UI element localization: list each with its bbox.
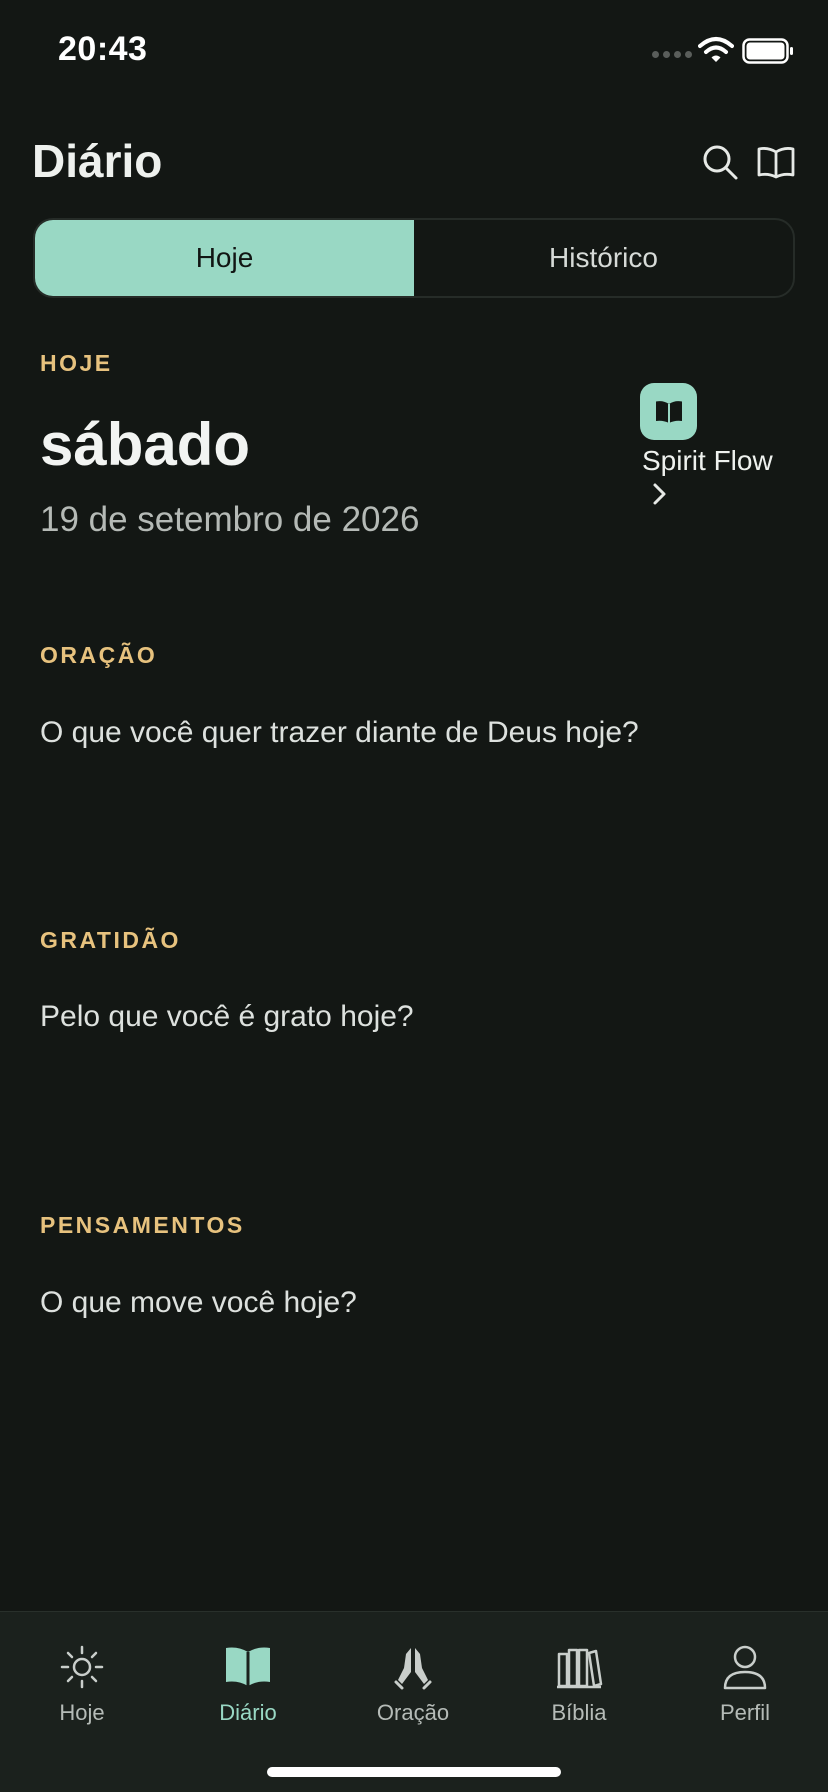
tab-bible-label: Bíblia	[551, 1700, 607, 1725]
tab-profile[interactable]: Perfil	[685, 1642, 805, 1726]
prayer-entry-field[interactable]: O que você quer trazer diante de Deus ho…	[40, 716, 639, 750]
tab-journal[interactable]: Diário	[188, 1642, 308, 1726]
thoughts-section-label: PENSAMENTOS	[40, 1212, 245, 1238]
tab-prayer[interactable]: Oração	[353, 1642, 473, 1726]
prayer-section-label: ORAÇÃO	[40, 642, 158, 668]
status-time: 20:43	[58, 30, 148, 68]
open-book-icon	[226, 1647, 270, 1686]
status-bar: 20:43	[0, 0, 828, 100]
home-indicator[interactable]	[267, 1767, 561, 1777]
praying-hands-icon	[394, 1648, 432, 1690]
full-date: 19 de setembro de 2026	[40, 500, 420, 539]
bible-book-icon[interactable]	[756, 142, 796, 182]
segment-today[interactable]: Hoje	[35, 220, 414, 296]
bookshelf-icon	[557, 1648, 603, 1689]
weekday-title: sábado	[40, 411, 251, 478]
spirit-flow-link[interactable]: Spirit Flow	[640, 383, 810, 513]
wifi-icon	[698, 37, 734, 62]
tab-prayer-label: Oração	[376, 1700, 450, 1725]
spirit-flow-label: Spirit Flow	[642, 445, 773, 476]
tab-profile-label: Perfil	[719, 1700, 771, 1725]
tab-journal-label: Diário	[219, 1700, 277, 1725]
tab-today[interactable]: Hoje	[22, 1642, 142, 1726]
tab-today-label: Hoje	[59, 1700, 105, 1725]
today-section-label: HOJE	[40, 350, 113, 376]
tab-bar: Hoje Diário Oração Bíblia Perfil	[0, 1611, 828, 1792]
journal-screen: 20:43 Diário Hoje Histórico HOJE sábado …	[0, 0, 828, 1792]
search-icon[interactable]	[700, 142, 740, 182]
gratitude-entry-field[interactable]: Pelo que você é grato hoje?	[40, 1000, 414, 1034]
person-icon	[723, 1645, 767, 1690]
page-title: Diário	[32, 135, 163, 187]
segment-history[interactable]: Histórico	[414, 220, 793, 296]
spirit-flow-book-icon	[640, 383, 697, 440]
battery-icon	[742, 38, 793, 64]
segmented-control: Hoje Histórico	[33, 218, 795, 298]
chevron-right-icon	[653, 483, 666, 505]
tab-bible[interactable]: Bíblia	[519, 1642, 639, 1726]
cellular-signal-icon	[652, 51, 692, 58]
gratitude-section-label: GRATIDÃO	[40, 927, 181, 953]
thoughts-entry-field[interactable]: O que move você hoje?	[40, 1286, 357, 1320]
sun-icon	[60, 1645, 104, 1689]
